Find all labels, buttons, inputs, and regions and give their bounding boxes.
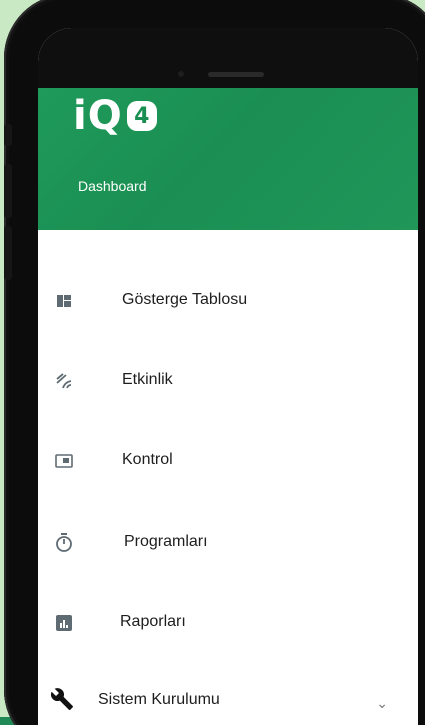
menu-label-control: Kontrol <box>122 451 173 468</box>
wrench-icon <box>50 687 74 711</box>
control-icon <box>52 449 76 473</box>
chevron-down-icon[interactable]: ⌄ <box>376 695 388 712</box>
menu-label-activity: Etkinlik <box>122 371 173 388</box>
app-subtitle: Dashboard <box>78 178 147 194</box>
dashboard-icon <box>52 289 76 313</box>
volume-up-button <box>4 164 12 218</box>
chart-icon <box>52 611 76 635</box>
phone-screen: iQ 4 Dashboard Gösterge Tablosu Etkinlik… <box>38 28 418 725</box>
scene-background: iQ 4 Dashboard Gösterge Tablosu Etkinlik… <box>0 0 425 725</box>
timer-icon <box>52 531 76 555</box>
phone-frame: iQ 4 Dashboard Gösterge Tablosu Etkinlik… <box>4 0 425 725</box>
menu-label-dashboard: Gösterge Tablosu <box>122 291 248 308</box>
mute-switch <box>4 124 12 146</box>
logo-text: iQ <box>73 93 123 139</box>
menu-item-dashboard[interactable]: Gösterge Tablosu <box>38 275 418 331</box>
activity-icon <box>52 369 76 393</box>
menu-item-programs[interactable]: Programları <box>38 517 418 573</box>
menu-item-reports[interactable]: Raporları <box>38 597 418 653</box>
earpiece-speaker <box>208 72 264 77</box>
top-bezel <box>38 28 418 88</box>
menu-item-control[interactable]: Kontrol <box>38 435 418 491</box>
volume-down-button <box>4 226 12 280</box>
menu-label-reports: Raporları <box>120 613 186 630</box>
logo-badge: 4 <box>126 101 157 131</box>
menu-item-activity[interactable]: Etkinlik <box>38 355 418 411</box>
menu-label-system-setup: Sistem Kurulumu <box>98 691 220 708</box>
app-logo: iQ 4 <box>73 96 157 136</box>
menu-label-programs: Programları <box>124 533 208 550</box>
menu-item-system-setup[interactable]: Sistem Kurulumu ⌄ <box>38 675 418 725</box>
front-camera <box>178 71 184 77</box>
